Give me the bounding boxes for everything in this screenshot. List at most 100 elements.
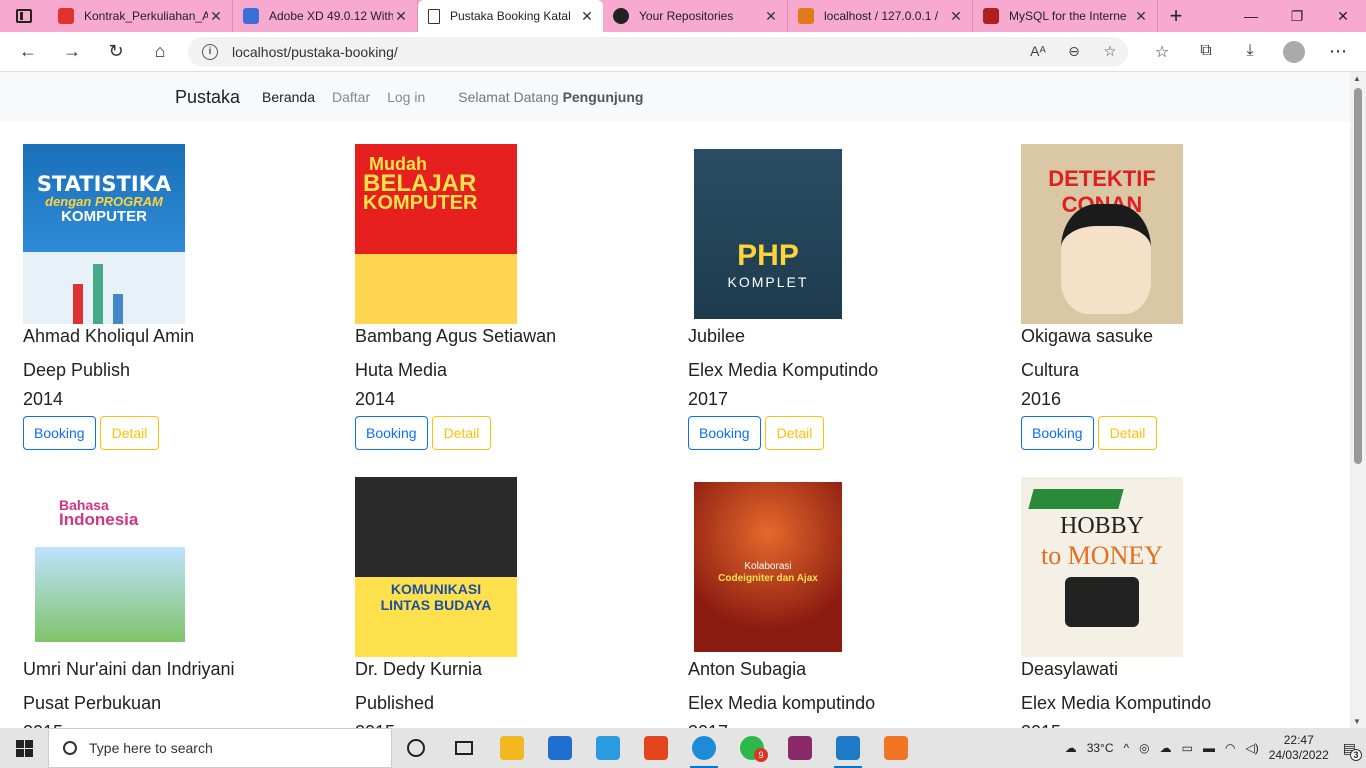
- forward-icon[interactable]: →: [50, 32, 94, 72]
- browser-tab-active[interactable]: Pustaka Booking Katal ✕: [418, 0, 603, 32]
- meet-now-icon[interactable]: ◎: [1139, 741, 1149, 755]
- tab-actions-icon: [16, 9, 32, 23]
- nav-beranda[interactable]: Beranda: [262, 89, 315, 105]
- detail-button[interactable]: Detail: [1097, 416, 1158, 450]
- volume-icon[interactable]: ◁): [1245, 741, 1258, 755]
- book-cover[interactable]: KOMUNIKASI LINTAS BUDAYA: [355, 477, 517, 657]
- book-cover[interactable]: PHP KOMPLET: [688, 144, 850, 324]
- close-tab-icon[interactable]: ✕: [393, 8, 409, 25]
- wifi-icon[interactable]: ◠: [1225, 741, 1235, 755]
- camera-illustration: [1065, 577, 1139, 627]
- xampp-icon[interactable]: [872, 728, 920, 768]
- vscode-icon[interactable]: [824, 728, 872, 768]
- book-publisher: Elex Media Komputindo: [1021, 693, 1212, 713]
- refresh-icon[interactable]: ↻: [94, 32, 138, 72]
- task-view-icon[interactable]: [440, 728, 488, 768]
- start-button[interactable]: [0, 728, 48, 768]
- windows-taskbar: Type here to search 9 ☁ 33°C ^ ◎ ☁ ▭ ▬ ◠…: [0, 728, 1366, 768]
- book-author: Deasylawati: [1021, 659, 1119, 679]
- edge-icon[interactable]: [680, 728, 728, 768]
- read-aloud-icon[interactable]: Aᴬ: [1020, 43, 1056, 60]
- nav-daftar[interactable]: Daftar: [332, 89, 370, 105]
- site-info-icon[interactable]: i: [202, 43, 218, 60]
- browser-tab[interactable]: localhost / 127.0.0.1 / ✕: [788, 0, 973, 32]
- more-menu-icon[interactable]: ⋯: [1316, 32, 1360, 72]
- detail-button[interactable]: Detail: [431, 416, 492, 450]
- system-tray: ☁ 33°C ^ ◎ ☁ ▭ ▬ ◠ ◁) 22:47 24/03/2022 ▤…: [1065, 728, 1366, 768]
- restore-icon[interactable]: ❐: [1274, 0, 1320, 32]
- notification-icon[interactable]: ▤ 3: [1343, 740, 1362, 761]
- monitor-icon[interactable]: ▭: [1182, 741, 1193, 755]
- back-icon[interactable]: ←: [6, 32, 50, 72]
- tab-title: Pustaka Booking Katal: [450, 9, 571, 23]
- book-author: Bambang Agus Setiawan: [355, 326, 557, 346]
- book-cover[interactable]: STATISTIKA dengan PROGRAM KOMPUTER: [23, 144, 185, 324]
- nav-login[interactable]: Log in: [387, 89, 425, 105]
- new-tab-button[interactable]: +: [1158, 3, 1194, 29]
- home-icon[interactable]: ⌂: [138, 32, 182, 72]
- detail-button[interactable]: Detail: [764, 416, 825, 450]
- add-favorite-icon[interactable]: ☆: [1092, 43, 1128, 60]
- cover-decoration: [113, 294, 123, 324]
- book-cover[interactable]: Bahasa Indonesia: [23, 477, 185, 657]
- winrar-icon[interactable]: [776, 728, 824, 768]
- weather-temp[interactable]: 33°C: [1087, 741, 1114, 755]
- scrollbar-thumb[interactable]: [1354, 88, 1362, 464]
- book-publisher: Huta Media: [355, 360, 448, 380]
- tray-overflow-icon[interactable]: ^: [1124, 741, 1130, 755]
- booking-button[interactable]: Booking: [355, 416, 428, 450]
- tab-actions-menu[interactable]: [0, 0, 48, 32]
- tab-title: MySQL for the Interne: [1009, 9, 1127, 23]
- cover-decoration: [1028, 489, 1124, 509]
- close-tab-icon[interactable]: ✕: [208, 8, 224, 25]
- pdf-icon: [58, 8, 74, 24]
- collections-icon[interactable]: ⧉: [1184, 42, 1228, 62]
- page-scrollbar[interactable]: ▲ ▼: [1350, 72, 1366, 728]
- browser-tab[interactable]: Adobe XD 49.0.12 With ✕: [233, 0, 418, 32]
- taskbar-search[interactable]: Type here to search: [48, 728, 392, 768]
- downloads-icon[interactable]: ⤓: [1228, 42, 1272, 62]
- brand-link[interactable]: Pustaka: [175, 87, 240, 108]
- browser-tab[interactable]: Your Repositories ✕: [603, 0, 788, 32]
- close-window-icon[interactable]: ✕: [1320, 0, 1366, 32]
- favorites-icon[interactable]: ☆: [1140, 42, 1184, 62]
- close-tab-icon[interactable]: ✕: [948, 8, 964, 25]
- whatsapp-icon[interactable]: 9: [728, 728, 776, 768]
- cover-text: to MONEY: [1040, 541, 1164, 570]
- browser-tab[interactable]: MySQL for the Interne ✕: [973, 0, 1158, 32]
- onedrive-icon[interactable]: ☁: [1160, 741, 1172, 755]
- scroll-up-icon[interactable]: ▲: [1353, 74, 1361, 83]
- book-icon: [983, 8, 999, 24]
- system-clock[interactable]: 22:47 24/03/2022: [1269, 733, 1329, 763]
- booking-button[interactable]: Booking: [23, 416, 96, 450]
- cover-text: PHP: [737, 239, 799, 272]
- book-cover[interactable]: Mudah BELAJAR KOMPUTER: [355, 144, 517, 324]
- book-publisher: Deep Publish: [23, 360, 131, 380]
- book-publisher: Elex Media Komputindo: [688, 360, 879, 380]
- mail-icon[interactable]: [536, 728, 584, 768]
- weather-icon[interactable]: ☁: [1065, 741, 1077, 755]
- book-cover[interactable]: Kolaborasi Codeigniter dan Ajax: [688, 477, 850, 657]
- book-year: 2014: [23, 389, 64, 409]
- close-tab-icon[interactable]: ✕: [1133, 8, 1149, 25]
- cortana-icon[interactable]: [392, 728, 440, 768]
- close-tab-icon[interactable]: ✕: [579, 8, 595, 25]
- book-cover[interactable]: HOBBY to MONEY: [1021, 477, 1183, 657]
- book-cover[interactable]: DETEKTIF CONAN: [1021, 144, 1183, 324]
- browser-tab[interactable]: Kontrak_Perkuliahan_A ✕: [48, 0, 233, 32]
- booking-button[interactable]: Booking: [688, 416, 761, 450]
- launcher-l-icon[interactable]: [584, 728, 632, 768]
- url-text[interactable]: localhost/pustaka-booking/: [232, 44, 1020, 60]
- scroll-down-icon[interactable]: ▼: [1353, 717, 1361, 726]
- search-icon: [63, 741, 77, 755]
- battery-icon[interactable]: ▬: [1203, 741, 1215, 755]
- url-field[interactable]: i localhost/pustaka-booking/ Aᴬ ⊖ ☆: [188, 36, 1128, 67]
- close-tab-icon[interactable]: ✕: [763, 8, 779, 25]
- detail-button[interactable]: Detail: [99, 416, 160, 450]
- profile-avatar[interactable]: [1283, 40, 1305, 63]
- minimize-icon[interactable]: —: [1228, 0, 1274, 32]
- booking-button[interactable]: Booking: [1021, 416, 1094, 450]
- zoom-icon[interactable]: ⊖: [1056, 43, 1092, 60]
- office-icon[interactable]: [632, 728, 680, 768]
- file-explorer-icon[interactable]: [488, 728, 536, 768]
